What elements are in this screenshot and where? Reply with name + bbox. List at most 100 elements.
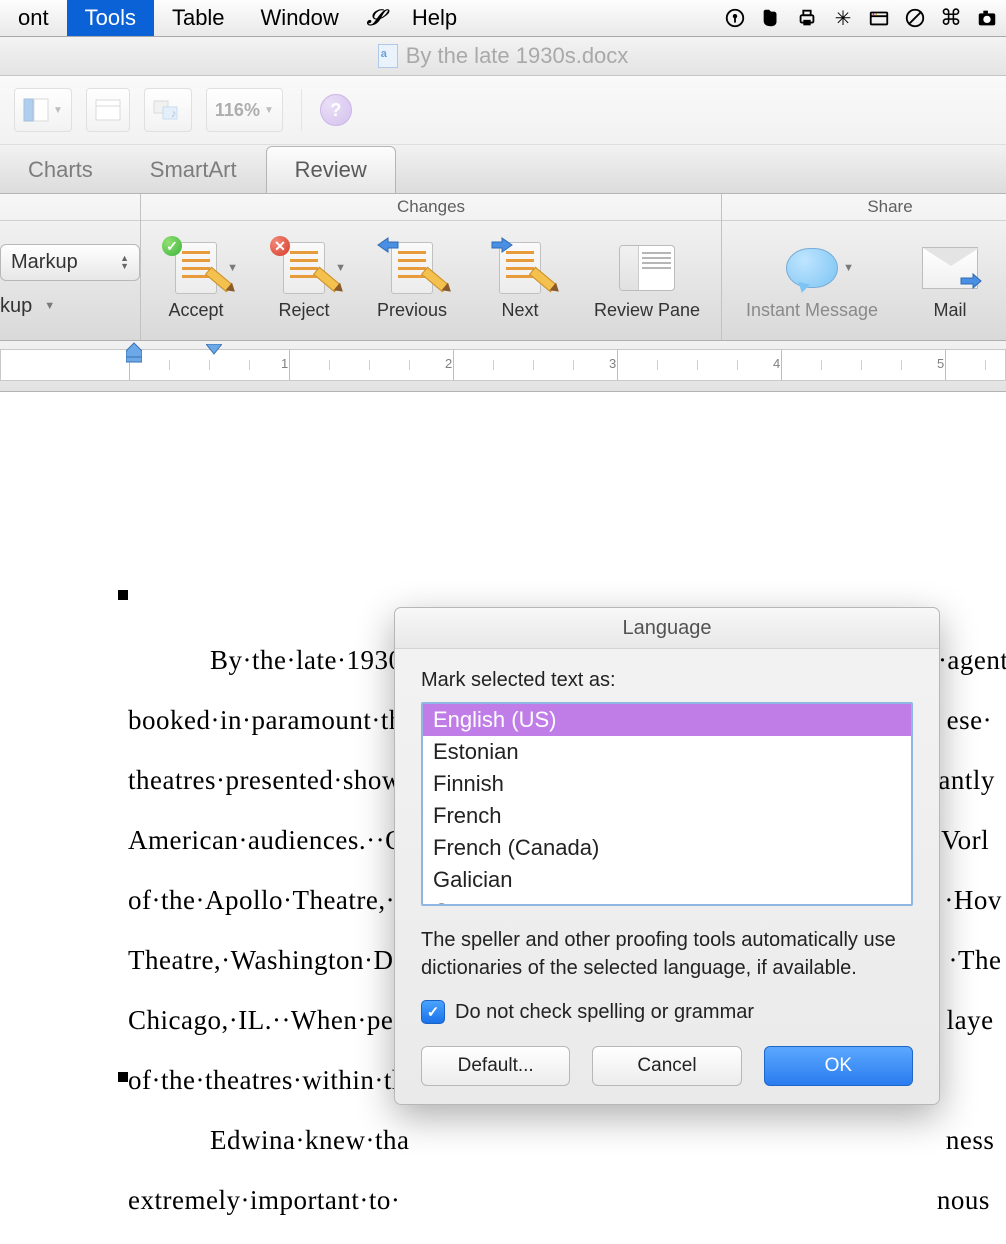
markup-selector[interactable]: Markup ▲▼ [0, 244, 140, 281]
brightness-icon[interactable]: ✳ [832, 7, 854, 29]
window-titlebar: By the late 1930s.docx [0, 37, 1006, 76]
horizontal-ruler[interactable]: 1 2 3 4 5 [0, 341, 1006, 392]
ribbon-group-share: Share ▼ Instant Message Mail Bl [722, 194, 1006, 340]
media-button[interactable]: ♪ [144, 88, 192, 132]
language-option-estonian[interactable]: Estonian [423, 736, 911, 768]
arrow-right-icon [959, 272, 983, 290]
markup-kup-selector[interactable]: kup ▼ [0, 295, 55, 318]
mac-menubar: ont Tools Table Window 𝒮 Help ✳ ⌘ [0, 0, 1006, 37]
menu-item-help[interactable]: Help [394, 0, 475, 36]
kup-label: kup [0, 295, 32, 318]
tab-smartart[interactable]: SmartArt [122, 147, 266, 193]
next-button[interactable]: Next [475, 240, 565, 321]
toolbar-separator [301, 89, 302, 131]
zoom-selector[interactable]: 116% ▼ [206, 88, 283, 132]
speech-bubble-icon [786, 248, 838, 288]
script-icon: 𝒮 [367, 5, 384, 31]
language-option-galician[interactable]: Galician [423, 864, 911, 896]
svg-text:♪: ♪ [171, 108, 177, 120]
command-icon[interactable]: ⌘ [940, 7, 962, 29]
ok-button[interactable]: OK [764, 1046, 913, 1086]
chevron-down-icon: ▼ [335, 262, 346, 274]
dialog-info-text: The speller and other proofing tools aut… [421, 926, 913, 982]
envelope-icon [922, 247, 978, 289]
ribbon-tabs: Charts SmartArt Review [0, 145, 1006, 194]
menu-item-table[interactable]: Table [154, 0, 243, 36]
video-icon[interactable] [868, 7, 890, 29]
ruler-mark-4: 4 [773, 356, 780, 371]
arrow-right-icon [490, 236, 514, 254]
chevron-down-icon: ▼ [264, 105, 274, 116]
mail-label: Mail [933, 300, 966, 321]
review-pane-button[interactable]: Review Pane [583, 240, 711, 321]
first-line-indent-marker[interactable] [206, 343, 222, 359]
camera-icon[interactable] [976, 7, 998, 29]
ribbon: Markup ▲▼ kup ▼ Changes ✓▼ Accept ✕▼ Rej… [0, 194, 1006, 341]
mail-button[interactable]: Mail [910, 240, 990, 321]
left-indent-marker[interactable] [126, 341, 142, 363]
checkbox-label: Do not check spelling or grammar [455, 1001, 754, 1024]
next-label: Next [501, 300, 538, 321]
x-icon: ✕ [270, 236, 290, 256]
ruler-mark-5: 5 [937, 356, 944, 371]
menu-item-font[interactable]: ont [0, 0, 67, 36]
tab-review[interactable]: Review [266, 146, 396, 193]
evernote-icon[interactable] [760, 7, 782, 29]
menu-item-tools[interactable]: Tools [67, 0, 154, 36]
language-option-french[interactable]: French [423, 800, 911, 832]
previous-button[interactable]: Previous [367, 240, 457, 321]
stepper-icon: ▲▼ [120, 254, 129, 270]
language-listbox[interactable]: English (US) Estonian Finnish French Fre… [421, 702, 913, 906]
language-option-german[interactable]: German [423, 896, 911, 906]
pane-icon [619, 245, 675, 291]
ribbon-group-changes: Changes ✓▼ Accept ✕▼ Reject Previous Nex… [141, 194, 722, 340]
do-not-check-row[interactable]: ✓ Do not check spelling or grammar [421, 1000, 913, 1024]
paragraph-bullet [118, 590, 128, 600]
group-label-share: Share [722, 194, 1006, 221]
accept-button[interactable]: ✓▼ Accept [151, 240, 241, 321]
dialog-title: Language [395, 608, 939, 649]
quick-toolbar: ▼ ♪ 116% ▼ ? [0, 76, 1006, 145]
menu-item-window[interactable]: Window [243, 0, 357, 36]
language-option-french-canada[interactable]: French (Canada) [423, 832, 911, 864]
review-pane-label: Review Pane [594, 300, 700, 321]
accept-label: Accept [168, 300, 223, 321]
cancel-button[interactable]: Cancel [592, 1046, 741, 1086]
instant-message-button[interactable]: ▼ Instant Message [732, 240, 892, 321]
keychain-icon[interactable] [724, 7, 746, 29]
default-button[interactable]: Default... [421, 1046, 570, 1086]
language-option-english-us[interactable]: English (US) [423, 704, 911, 736]
instant-message-label: Instant Message [746, 300, 878, 321]
previous-label: Previous [377, 300, 447, 321]
group-label-changes: Changes [141, 194, 721, 221]
chevron-down-icon: ▼ [53, 105, 63, 116]
ruler-mark-1: 1 [281, 356, 288, 371]
arrow-left-icon [376, 236, 400, 254]
chevron-down-icon: ▼ [227, 262, 238, 274]
markup-selector-label: Markup [11, 251, 78, 274]
language-dialog: Language Mark selected text as: English … [394, 607, 940, 1105]
help-button[interactable]: ? [320, 94, 352, 126]
checkmark-icon: ✓ [162, 236, 182, 256]
zoom-value: 116% [215, 100, 260, 121]
ruler-mark-3: 3 [609, 356, 616, 371]
tab-charts[interactable]: Charts [0, 147, 122, 193]
layout-button[interactable] [86, 88, 130, 132]
language-option-finnish[interactable]: Finnish [423, 768, 911, 800]
group-label-markup [0, 194, 140, 221]
chevron-down-icon: ▼ [44, 300, 55, 312]
nosign-icon[interactable] [904, 7, 926, 29]
sidebar-toggle-button[interactable]: ▼ [14, 88, 72, 132]
menu-item-script[interactable]: 𝒮 [357, 0, 394, 36]
document-filename: By the late 1930s.docx [406, 43, 629, 69]
document-icon [378, 44, 398, 68]
printer-icon[interactable] [796, 7, 818, 29]
chevron-down-icon: ▼ [843, 262, 854, 274]
checkbox-checked-icon[interactable]: ✓ [421, 1000, 445, 1024]
paragraph-bullet [118, 1072, 128, 1082]
mark-selected-label: Mark selected text as: [421, 669, 913, 692]
ribbon-group-markup: Markup ▲▼ kup ▼ [0, 194, 141, 340]
menubar-status-icons: ✳ ⌘ [724, 0, 1006, 36]
ruler-mark-2: 2 [445, 356, 452, 371]
reject-button[interactable]: ✕▼ Reject [259, 240, 349, 321]
